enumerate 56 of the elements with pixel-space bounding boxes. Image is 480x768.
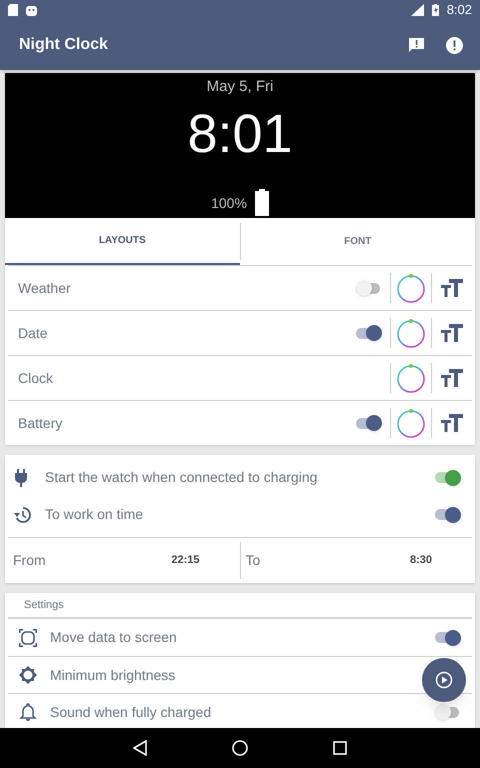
option-label: Start the watch when connected to charging	[45, 468, 318, 487]
section-header: Settings	[24, 598, 64, 613]
app-title: Night Clock	[19, 35, 109, 55]
preview-date: May 5, Fri	[206, 77, 274, 97]
option-label: To work on time	[45, 505, 144, 524]
preview-time: 8:01	[187, 106, 293, 160]
element-label: Weather	[18, 278, 72, 298]
element-label: Date	[18, 324, 49, 342]
text-size-icon	[441, 369, 463, 387]
setting-label: Minimum brightness	[50, 666, 176, 685]
time-label: From	[13, 551, 47, 570]
back-button[interactable]	[130, 738, 150, 758]
play-circle-icon	[435, 671, 453, 689]
back-icon	[133, 740, 147, 756]
text-size-icon	[441, 324, 463, 342]
color-ring-icon	[396, 362, 426, 394]
toggle-switch[interactable]	[435, 470, 461, 486]
color-ring-icon	[396, 317, 426, 349]
battery-charging-icon	[432, 4, 439, 16]
feedback-button[interactable]	[406, 35, 426, 55]
sd-card-icon	[8, 4, 18, 16]
recents-button[interactable]	[330, 738, 350, 758]
color-ring-icon	[396, 407, 426, 439]
brightness-icon	[19, 666, 37, 684]
home-icon	[232, 740, 248, 756]
time-value[interactable]: 8:30	[410, 552, 432, 569]
toggle-switch[interactable]	[356, 325, 382, 341]
signal-icon	[410, 4, 424, 16]
home-button[interactable]	[230, 738, 250, 758]
toggle-switch[interactable]	[356, 415, 382, 431]
battery-icon	[254, 189, 269, 216]
tab[interactable]: LAYOUTS	[5, 218, 240, 265]
text-size-icon	[441, 414, 463, 432]
setting-label: Move data to screen	[50, 628, 177, 647]
android-icon	[26, 4, 37, 16]
text-size-icon	[441, 279, 463, 297]
color-ring-icon	[396, 272, 426, 304]
history-icon	[14, 506, 32, 524]
setting-label: Sound when fully charged	[50, 702, 212, 722]
toggle-switch[interactable]	[435, 630, 461, 646]
toggle-switch[interactable]	[435, 506, 461, 522]
element-label: Clock	[18, 368, 54, 388]
info-button[interactable]	[444, 35, 464, 55]
toggle-switch[interactable]	[356, 280, 382, 296]
toggle-switch[interactable]	[435, 704, 461, 720]
element-label: Battery	[18, 414, 64, 433]
tab[interactable]: FONT	[240, 218, 475, 265]
frame-icon	[19, 628, 37, 646]
alert-icon	[446, 36, 462, 54]
feedback-icon	[408, 37, 424, 53]
bell-icon	[19, 703, 37, 721]
time-label: To	[246, 551, 262, 570]
status-time: 8:02	[446, 1, 472, 20]
recents-icon	[333, 741, 347, 755]
preview-battery: 100%	[211, 194, 247, 213]
time-value[interactable]: 22:15	[171, 552, 200, 569]
